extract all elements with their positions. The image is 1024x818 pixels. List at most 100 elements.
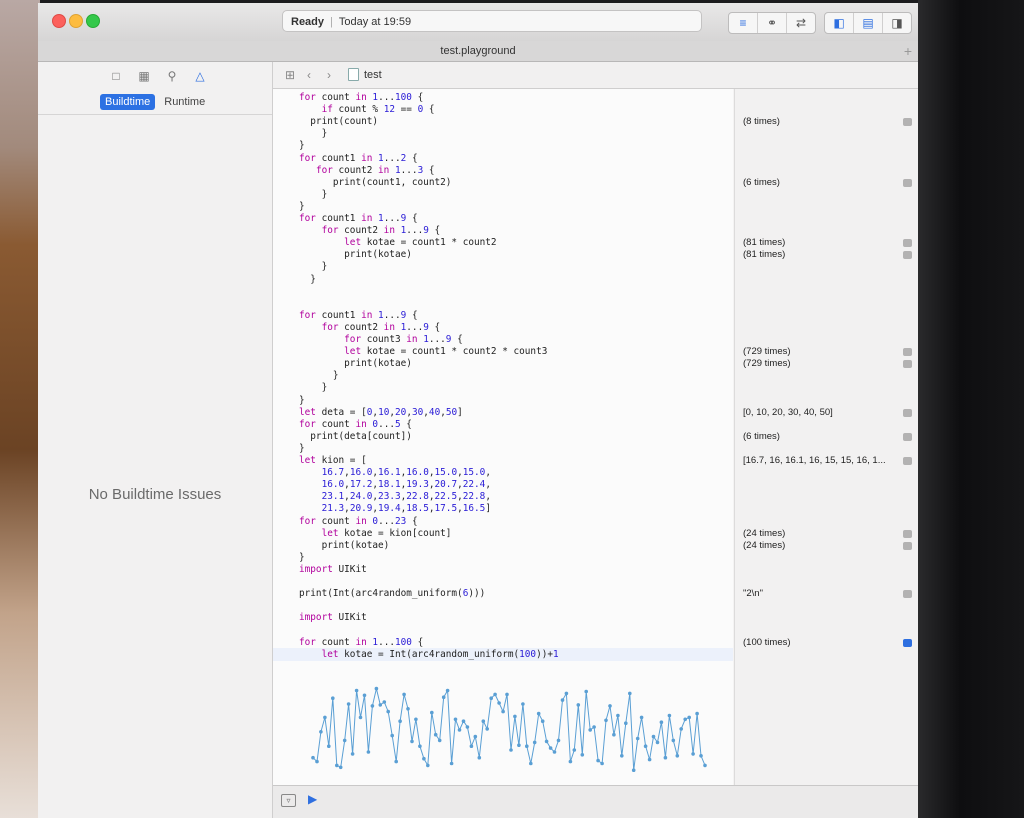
data-point bbox=[604, 718, 608, 723]
code-line[interactable]: for count1 in 1...9 { bbox=[299, 213, 418, 224]
folder-icon[interactable]: □ bbox=[108, 68, 124, 84]
code-line[interactable]: 16.0,17.2,18.1,19.3,20.7,22.4, bbox=[299, 479, 491, 490]
code-line[interactable]: import UIKit bbox=[299, 612, 367, 623]
quick-look-toggle-icon[interactable] bbox=[903, 457, 912, 465]
tab-test-playground[interactable]: test.playground bbox=[440, 45, 515, 57]
code-line[interactable]: } bbox=[299, 201, 305, 212]
code-line[interactable]: } bbox=[299, 370, 339, 381]
code-line[interactable]: for count1 in 1...2 { bbox=[299, 153, 418, 164]
quick-look-toggle-icon[interactable] bbox=[903, 178, 912, 187]
code-line[interactable]: for count in 0...23 { bbox=[299, 516, 418, 527]
hide-debug-area-icon[interactable]: ▿ bbox=[281, 794, 296, 807]
data-point bbox=[489, 696, 493, 700]
navigator-toggle-icon[interactable]: ◧ bbox=[825, 13, 854, 33]
quick-look-toggle-icon[interactable] bbox=[903, 118, 912, 127]
scope-buildtime[interactable]: Buildtime bbox=[100, 94, 156, 110]
related-items-icon[interactable]: ⊞ bbox=[285, 68, 295, 82]
data-point bbox=[624, 721, 628, 725]
code-line[interactable]: } bbox=[299, 443, 305, 454]
version-editor-icon[interactable]: ⇄ bbox=[787, 13, 815, 33]
code-line[interactable]: print(count1, count2) bbox=[299, 177, 452, 188]
source-editor[interactable]: for count in 1...100 { if count % 12 == … bbox=[273, 89, 733, 785]
quick-look-toggle-icon[interactable] bbox=[903, 408, 912, 417]
jump-bar-file[interactable]: test bbox=[348, 68, 382, 81]
code-line[interactable]: if count % 12 == 0 { bbox=[299, 104, 435, 115]
data-point bbox=[461, 719, 466, 723]
code-line[interactable]: } bbox=[299, 395, 305, 406]
hierarchy-icon[interactable]: ▦ bbox=[136, 68, 152, 84]
code-line[interactable]: let kotae = count1 * count2 bbox=[299, 237, 496, 248]
series-line bbox=[312, 688, 706, 771]
code-line[interactable]: } bbox=[299, 382, 328, 393]
data-point bbox=[576, 703, 581, 707]
search-icon[interactable]: ⚲ bbox=[164, 68, 180, 84]
zoom-window-button[interactable] bbox=[86, 14, 100, 28]
code-line[interactable]: } bbox=[299, 552, 305, 563]
code-line[interactable]: } bbox=[299, 261, 328, 272]
quick-look-toggle-icon[interactable] bbox=[903, 432, 912, 441]
code-line[interactable]: print(kotae) bbox=[299, 540, 390, 551]
minimize-window-button[interactable] bbox=[69, 14, 83, 28]
scope-segmented-control: Buildtime Runtime bbox=[100, 94, 210, 110]
code-line[interactable]: } bbox=[299, 189, 328, 200]
code-line[interactable]: for count3 in 1...9 { bbox=[299, 334, 463, 345]
code-line[interactable]: let kion = [ bbox=[299, 455, 367, 466]
quick-look-toggle-icon[interactable] bbox=[903, 541, 912, 550]
warning-icon[interactable]: △ bbox=[192, 68, 208, 84]
utilities-toggle-icon[interactable]: ◨ bbox=[883, 13, 911, 33]
code-line[interactable]: print(Int(arc4random_uniform(6))) bbox=[299, 588, 485, 599]
data-point bbox=[628, 691, 632, 696]
code-line[interactable]: for count2 in 1...3 { bbox=[299, 165, 435, 176]
data-point bbox=[327, 744, 331, 748]
code-line[interactable]: import UIKit bbox=[299, 564, 367, 575]
forward-chevron-icon[interactable]: › bbox=[327, 68, 331, 82]
code-line[interactable]: let deta = [0,10,20,30,40,50] bbox=[299, 407, 463, 418]
run-playground-icon[interactable]: ▶ bbox=[308, 792, 317, 806]
issue-navigator: □ ▦ ⚲ △ Buildtime Runtime No Buildtime I… bbox=[38, 62, 273, 818]
add-tab-button[interactable]: + bbox=[904, 41, 912, 61]
code-line[interactable]: 16.7,16.0,16.1,16.0,15.0,15.0, bbox=[299, 467, 491, 478]
result-value: (24 times) bbox=[743, 527, 786, 539]
data-point bbox=[683, 717, 687, 722]
scope-runtime[interactable]: Runtime bbox=[159, 94, 210, 110]
close-window-button[interactable] bbox=[52, 14, 66, 28]
code-line[interactable]: for count in 1...100 { bbox=[299, 637, 423, 648]
result-value: (81 times) bbox=[743, 249, 786, 261]
quick-look-toggle-icon[interactable] bbox=[903, 360, 912, 369]
result-value: "2\n" bbox=[743, 588, 763, 600]
debug-area-toggle-icon[interactable]: ▤ bbox=[854, 13, 883, 33]
back-chevron-icon[interactable]: ‹ bbox=[307, 68, 311, 82]
code-line[interactable]: } bbox=[299, 128, 328, 139]
quick-look-toggle-icon[interactable] bbox=[903, 239, 912, 248]
quick-look-toggle-icon[interactable] bbox=[903, 251, 912, 260]
code-line[interactable]: print(deta[count]) bbox=[299, 431, 412, 442]
code-line[interactable]: for count in 1...100 { bbox=[299, 92, 423, 103]
code-line[interactable]: 23.1,24.0,23.3,22.8,22.5,22.8, bbox=[299, 491, 491, 502]
code-line[interactable]: print(kotae) bbox=[299, 358, 412, 369]
code-line[interactable]: let kotae = kion[count] bbox=[299, 528, 452, 539]
code-line[interactable]: print(kotae) bbox=[299, 249, 412, 260]
code-line[interactable]: let kotae = count1 * count2 * count3 bbox=[299, 346, 547, 357]
quick-look-toggle-icon[interactable] bbox=[903, 529, 912, 538]
code-line[interactable]: for count2 in 1...9 { bbox=[299, 322, 441, 333]
data-point bbox=[418, 744, 422, 748]
data-point bbox=[445, 688, 450, 693]
code-line[interactable]: let kotae = Int(arc4random_uniform(100))… bbox=[299, 649, 559, 660]
code-line[interactable]: for count in 0...5 { bbox=[299, 419, 412, 430]
data-point bbox=[430, 710, 434, 715]
data-point bbox=[378, 703, 383, 707]
data-point bbox=[552, 750, 557, 754]
data-point bbox=[679, 727, 683, 731]
quick-look-toggle-icon[interactable] bbox=[903, 638, 912, 647]
quick-look-toggle-icon[interactable] bbox=[903, 348, 912, 357]
code-line[interactable]: 21.3,20.9,19.4,18.5,17.5,16.5] bbox=[299, 503, 491, 514]
code-line[interactable]: for count1 in 1...9 { bbox=[299, 310, 418, 321]
standard-editor-icon[interactable]: ≡ bbox=[729, 13, 758, 33]
quick-look-toggle-icon[interactable] bbox=[903, 590, 912, 599]
code-line[interactable]: } bbox=[299, 140, 305, 151]
code-line[interactable]: for count2 in 1...9 { bbox=[299, 225, 441, 236]
code-line[interactable]: } bbox=[299, 274, 316, 285]
data-point bbox=[631, 768, 636, 772]
code-line[interactable]: print(count) bbox=[299, 116, 378, 127]
assistant-editor-icon[interactable]: ⚭ bbox=[758, 13, 787, 33]
